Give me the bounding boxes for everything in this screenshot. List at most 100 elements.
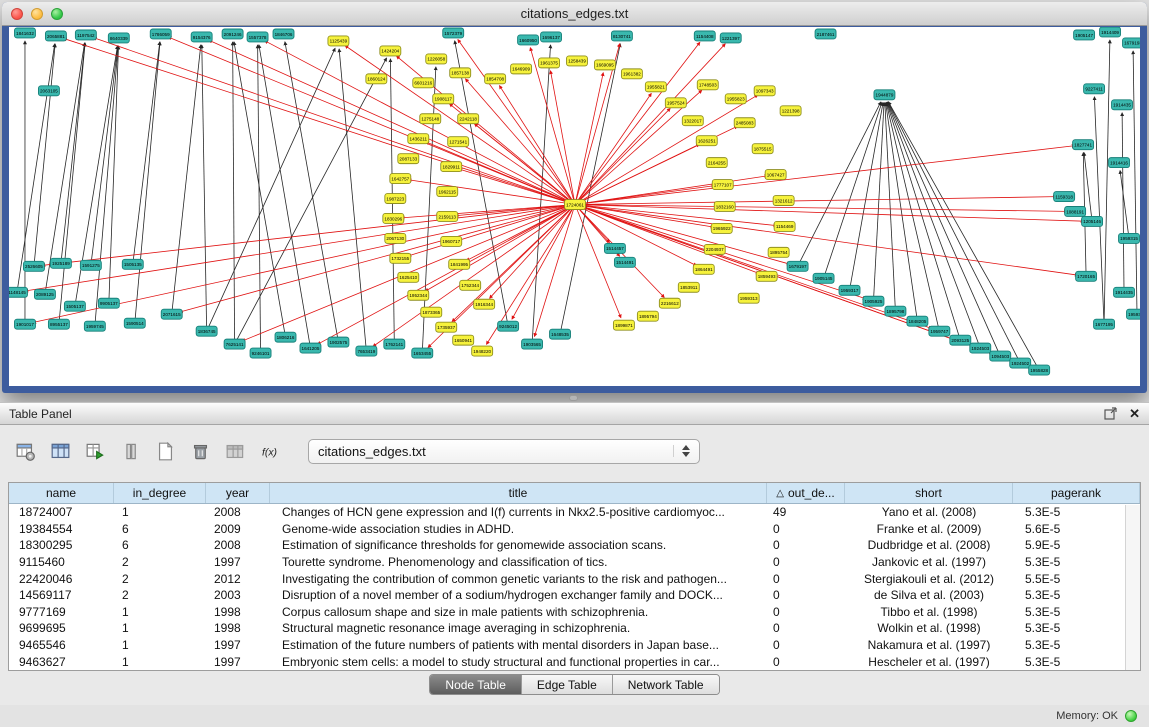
network-node[interactable]: 1226058 — [426, 54, 447, 64]
minimize-window-button[interactable] — [31, 8, 43, 20]
column-header-title[interactable]: title — [270, 483, 767, 503]
close-panel-icon[interactable]: ✕ — [1129, 407, 1140, 420]
network-node[interactable]: 1735937 — [436, 322, 457, 332]
network-node[interactable]: 1895754 — [768, 247, 789, 257]
tab-network-table[interactable]: Network Table — [613, 675, 719, 694]
network-node[interactable]: 1762141 — [384, 339, 405, 349]
network-node[interactable]: 1903565 — [522, 339, 543, 349]
network-node[interactable]: 2067130 — [385, 233, 406, 243]
network-node[interactable]: 1094503 — [990, 351, 1011, 361]
network-node[interactable]: 1846706 — [273, 29, 294, 39]
network-node[interactable]: 8130741 — [611, 31, 632, 41]
network-node[interactable]: 1642757 — [390, 174, 411, 184]
network-node[interactable]: 9246101 — [250, 348, 271, 358]
network-node[interactable]: 1944879 — [874, 90, 895, 100]
network-node[interactable]: 2216612 — [659, 298, 680, 308]
network-node[interactable]: 1830296 — [383, 213, 404, 223]
table-row[interactable]: 946554611997Estimation of the future num… — [9, 637, 1140, 654]
network-node[interactable]: 1905145 — [813, 273, 834, 283]
network-node[interactable]: 1961382 — [621, 69, 642, 79]
network-node[interactable]: 1905925 — [863, 296, 884, 306]
network-node[interactable]: 1159318 — [1054, 192, 1075, 202]
table-row[interactable]: 911546021997Tourette syndrome. Phenomeno… — [9, 554, 1140, 571]
network-node[interactable]: 1696137 — [541, 32, 562, 42]
network-node[interactable]: 2159113 — [437, 211, 458, 221]
network-node[interactable]: 1806216 — [275, 332, 296, 342]
network-node[interactable]: 1836745 — [196, 326, 217, 336]
table-row[interactable]: 946362711997Embryonic stem cells: a mode… — [9, 653, 1140, 670]
network-node[interactable]: 1914435 — [1114, 287, 1135, 297]
network-node[interactable]: 1067427 — [765, 170, 786, 180]
network-node[interactable]: 1864491 — [693, 264, 714, 274]
network-node[interactable]: 1955821 — [645, 82, 666, 92]
table-row[interactable]: 1830029562008Estimation of significance … — [9, 537, 1140, 554]
network-node[interactable]: 8640339 — [108, 33, 129, 43]
network-node[interactable]: 1873365 — [421, 307, 442, 317]
network-node[interactable]: 1650941 — [453, 335, 474, 345]
network-node[interactable]: 1853911 — [678, 282, 699, 292]
close-window-button[interactable] — [11, 8, 23, 20]
delete-column-icon[interactable] — [187, 439, 213, 463]
network-node[interactable]: 1895794 — [637, 311, 658, 321]
table-mode-icon[interactable] — [12, 439, 38, 463]
network-node[interactable]: 2187461 — [815, 29, 836, 39]
network-node[interactable]: 1924503 — [970, 343, 991, 353]
float-panel-icon[interactable] — [1104, 407, 1117, 420]
network-node[interactable]: 1959315 — [1119, 233, 1140, 243]
network-node[interactable]: 1860124 — [366, 74, 387, 84]
row-selection-icon[interactable] — [117, 439, 143, 463]
network-node[interactable]: 1961375 — [539, 58, 560, 68]
network-node[interactable]: 9245012 — [498, 321, 519, 331]
network-node[interactable]: 2204937 — [704, 244, 725, 254]
network-node[interactable]: 1572379 — [443, 28, 464, 38]
table-row[interactable]: 1938455462009Genome-wide association stu… — [9, 521, 1140, 538]
table-selector-dropdown[interactable]: citations_edges.txt — [308, 439, 700, 464]
network-node[interactable]: 1952344 — [408, 290, 429, 300]
network-node[interactable]: 7653419 — [356, 346, 377, 356]
network-node[interactable]: 1505137 — [64, 301, 85, 311]
network-node[interactable]: 1626251 — [696, 136, 717, 146]
network-graph[interactable]: 1841632206588111975428640339178605991543… — [9, 27, 1140, 386]
network-node[interactable]: 1859493 — [756, 271, 777, 281]
network-node[interactable]: 1154469 — [774, 221, 795, 231]
network-node[interactable]: 1625410 — [398, 272, 419, 282]
network-node[interactable]: 1641205 — [300, 343, 321, 353]
network-node[interactable]: 1322017 — [682, 116, 703, 126]
network-node[interactable]: 1959317 — [839, 285, 860, 295]
column-header-short[interactable]: short — [845, 483, 1013, 503]
network-node[interactable]: 1827741 — [1073, 140, 1094, 150]
network-node[interactable]: 9905137 — [98, 298, 119, 308]
network-node[interactable]: 1424204 — [380, 46, 401, 56]
network-window[interactable]: citations_edges.txt 18416322065881119754… — [2, 2, 1147, 393]
network-node[interactable]: 1925189 — [50, 258, 71, 268]
network-node[interactable]: 2526605 — [23, 261, 44, 271]
network-node[interactable]: 1505135 — [122, 259, 143, 269]
network-node[interactable]: 1590514 — [124, 318, 145, 328]
network-node[interactable]: 1154408 — [694, 31, 715, 41]
function-builder-icon[interactable]: f(x) — [257, 439, 283, 463]
network-node[interactable]: 1591275 — [80, 260, 101, 270]
network-node[interactable]: 1914409 — [1100, 27, 1121, 37]
column-header-year[interactable]: year — [206, 483, 270, 503]
zoom-window-button[interactable] — [51, 8, 63, 20]
network-node[interactable]: 1832160 — [714, 202, 735, 212]
network-node[interactable]: 1221397 — [720, 33, 741, 43]
network-node[interactable]: 2091246 — [222, 29, 243, 39]
network-canvas[interactable]: 1841632206588111975428640339178605991543… — [9, 27, 1140, 386]
network-node[interactable]: 2063105 — [38, 86, 59, 96]
network-node[interactable]: 1660950 — [518, 35, 539, 45]
column-header-pagerank[interactable]: pagerank — [1013, 483, 1140, 503]
panel-resize-handle[interactable] — [569, 395, 578, 401]
table-row[interactable]: 977716911998Corpus callosum shape and si… — [9, 604, 1140, 621]
network-node[interactable]: 1275148 — [420, 114, 441, 124]
network-node[interactable]: 1955828 — [1029, 365, 1050, 375]
network-node[interactable]: 1720165 — [1076, 271, 1097, 281]
network-node[interactable]: 1854708 — [485, 74, 506, 84]
new-column-icon[interactable] — [82, 439, 108, 463]
network-node[interactable]: 1514491 — [614, 257, 635, 267]
network-node[interactable]: 1948220 — [472, 346, 493, 356]
network-node[interactable]: 1088191 — [1065, 207, 1086, 217]
network-node[interactable]: 6601216 — [413, 78, 434, 88]
new-table-icon[interactable] — [152, 439, 178, 463]
network-node[interactable]: 1962115 — [437, 187, 458, 197]
